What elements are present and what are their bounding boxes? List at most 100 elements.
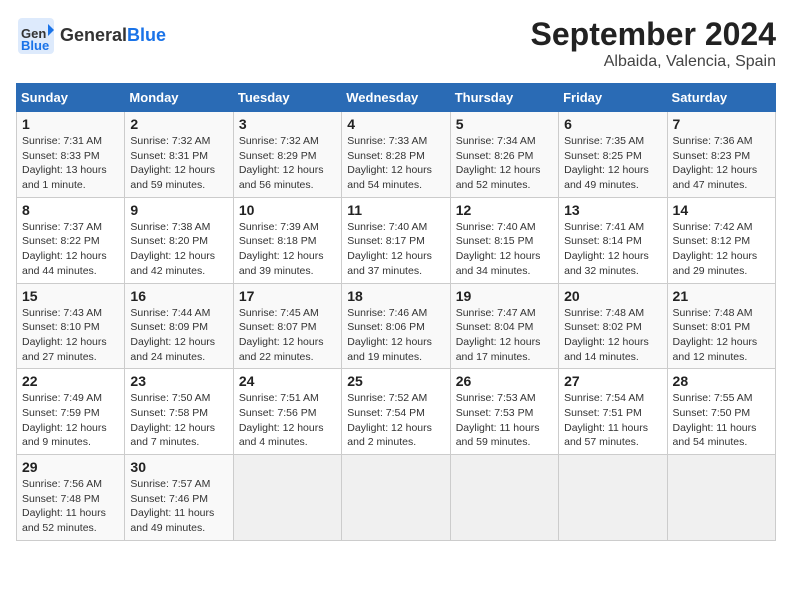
day-number: 1 [22, 116, 119, 132]
calendar-cell: 17 Sunrise: 7:45 AM Sunset: 8:07 PM Dayli… [233, 283, 341, 369]
calendar-cell: 8 Sunrise: 7:37 AM Sunset: 8:22 PM Daylig… [17, 197, 125, 283]
logo-general: General [60, 25, 127, 45]
day-info: Sunrise: 7:48 AM Sunset: 8:02 PM Dayligh… [564, 306, 661, 365]
day-number: 30 [130, 459, 227, 475]
calendar-cell [233, 455, 341, 541]
day-info: Sunrise: 7:49 AM Sunset: 7:59 PM Dayligh… [22, 391, 119, 450]
location-title: Albaida, Valencia, Spain [531, 53, 776, 71]
logo-icon: Gen Blue [16, 16, 56, 56]
day-number: 6 [564, 116, 661, 132]
day-info: Sunrise: 7:56 AM Sunset: 7:48 PM Dayligh… [22, 477, 119, 536]
day-number: 9 [130, 202, 227, 218]
day-of-week-thursday: Thursday [450, 84, 558, 112]
day-number: 17 [239, 288, 336, 304]
calendar-cell: 26 Sunrise: 7:53 AM Sunset: 7:53 PM Dayli… [450, 369, 558, 455]
day-info: Sunrise: 7:42 AM Sunset: 8:12 PM Dayligh… [673, 220, 770, 279]
day-number: 29 [22, 459, 119, 475]
day-info: Sunrise: 7:40 AM Sunset: 8:15 PM Dayligh… [456, 220, 553, 279]
day-info: Sunrise: 7:34 AM Sunset: 8:26 PM Dayligh… [456, 134, 553, 193]
day-number: 24 [239, 373, 336, 389]
day-of-week-wednesday: Wednesday [342, 84, 450, 112]
calendar-cell: 2 Sunrise: 7:32 AM Sunset: 8:31 PM Daylig… [125, 112, 233, 198]
calendar-cell: 1 Sunrise: 7:31 AM Sunset: 8:33 PM Daylig… [17, 112, 125, 198]
day-info: Sunrise: 7:43 AM Sunset: 8:10 PM Dayligh… [22, 306, 119, 365]
day-number: 2 [130, 116, 227, 132]
day-info: Sunrise: 7:48 AM Sunset: 8:01 PM Dayligh… [673, 306, 770, 365]
day-number: 22 [22, 373, 119, 389]
calendar-cell: 7 Sunrise: 7:36 AM Sunset: 8:23 PM Daylig… [667, 112, 775, 198]
calendar-header-row: SundayMondayTuesdayWednesdayThursdayFrid… [17, 84, 776, 112]
logo: Gen Blue General Blue [16, 16, 166, 56]
calendar-cell: 3 Sunrise: 7:32 AM Sunset: 8:29 PM Daylig… [233, 112, 341, 198]
header: Gen Blue General Blue September 2024 Alba… [16, 16, 776, 71]
calendar-cell: 29 Sunrise: 7:56 AM Sunset: 7:48 PM Dayli… [17, 455, 125, 541]
svg-text:Blue: Blue [21, 38, 49, 53]
calendar-cell: 28 Sunrise: 7:55 AM Sunset: 7:50 PM Dayli… [667, 369, 775, 455]
calendar-cell [559, 455, 667, 541]
calendar-cell [667, 455, 775, 541]
day-number: 11 [347, 202, 444, 218]
day-info: Sunrise: 7:45 AM Sunset: 8:07 PM Dayligh… [239, 306, 336, 365]
calendar-cell: 12 Sunrise: 7:40 AM Sunset: 8:15 PM Dayli… [450, 197, 558, 283]
day-info: Sunrise: 7:33 AM Sunset: 8:28 PM Dayligh… [347, 134, 444, 193]
day-info: Sunrise: 7:53 AM Sunset: 7:53 PM Dayligh… [456, 391, 553, 450]
calendar-cell: 19 Sunrise: 7:47 AM Sunset: 8:04 PM Dayli… [450, 283, 558, 369]
calendar-cell: 10Sunrise: 7:39 AM Sunset: 8:18 PM Dayli… [233, 197, 341, 283]
day-info: Sunrise: 7:32 AM Sunset: 8:31 PM Dayligh… [130, 134, 227, 193]
day-number: 14 [673, 202, 770, 218]
title-area: September 2024 Albaida, Valencia, Spain [531, 16, 776, 71]
day-number: 23 [130, 373, 227, 389]
day-info: Sunrise: 7:39 AM Sunset: 8:18 PM Dayligh… [239, 220, 336, 279]
day-number: 5 [456, 116, 553, 132]
day-info: Sunrise: 7:40 AM Sunset: 8:17 PM Dayligh… [347, 220, 444, 279]
calendar-cell: 6 Sunrise: 7:35 AM Sunset: 8:25 PM Daylig… [559, 112, 667, 198]
day-number: 28 [673, 373, 770, 389]
day-number: 16 [130, 288, 227, 304]
day-number: 25 [347, 373, 444, 389]
day-of-week-monday: Monday [125, 84, 233, 112]
day-of-week-sunday: Sunday [17, 84, 125, 112]
day-number: 8 [22, 202, 119, 218]
day-info: Sunrise: 7:31 AM Sunset: 8:33 PM Dayligh… [22, 134, 119, 193]
day-number: 7 [673, 116, 770, 132]
calendar-cell: 15Sunrise: 7:43 AM Sunset: 8:10 PM Dayli… [17, 283, 125, 369]
calendar-cell: 9Sunrise: 7:38 AM Sunset: 8:20 PM Daylig… [125, 197, 233, 283]
day-info: Sunrise: 7:55 AM Sunset: 7:50 PM Dayligh… [673, 391, 770, 450]
day-info: Sunrise: 7:36 AM Sunset: 8:23 PM Dayligh… [673, 134, 770, 193]
day-number: 3 [239, 116, 336, 132]
calendar-cell: 23Sunrise: 7:50 AM Sunset: 7:58 PM Dayli… [125, 369, 233, 455]
calendar-cell: 18 Sunrise: 7:46 AM Sunset: 8:06 PM Dayli… [342, 283, 450, 369]
month-title: September 2024 [531, 16, 776, 53]
calendar-cell: 25 Sunrise: 7:52 AM Sunset: 7:54 PM Dayli… [342, 369, 450, 455]
calendar-week-5: 29 Sunrise: 7:56 AM Sunset: 7:48 PM Dayli… [17, 455, 776, 541]
day-number: 27 [564, 373, 661, 389]
day-info: Sunrise: 7:32 AM Sunset: 8:29 PM Dayligh… [239, 134, 336, 193]
calendar: SundayMondayTuesdayWednesdayThursdayFrid… [16, 83, 776, 541]
day-info: Sunrise: 7:47 AM Sunset: 8:04 PM Dayligh… [456, 306, 553, 365]
calendar-cell: 20Sunrise: 7:48 AM Sunset: 8:02 PM Dayli… [559, 283, 667, 369]
day-info: Sunrise: 7:51 AM Sunset: 7:56 PM Dayligh… [239, 391, 336, 450]
day-info: Sunrise: 7:37 AM Sunset: 8:22 PM Dayligh… [22, 220, 119, 279]
day-number: 12 [456, 202, 553, 218]
day-number: 26 [456, 373, 553, 389]
calendar-cell [450, 455, 558, 541]
day-info: Sunrise: 7:54 AM Sunset: 7:51 PM Dayligh… [564, 391, 661, 450]
day-of-week-tuesday: Tuesday [233, 84, 341, 112]
calendar-cell: 24 Sunrise: 7:51 AM Sunset: 7:56 PM Dayli… [233, 369, 341, 455]
calendar-week-3: 15Sunrise: 7:43 AM Sunset: 8:10 PM Dayli… [17, 283, 776, 369]
day-number: 18 [347, 288, 444, 304]
calendar-cell: 22 Sunrise: 7:49 AM Sunset: 7:59 PM Dayli… [17, 369, 125, 455]
day-info: Sunrise: 7:46 AM Sunset: 8:06 PM Dayligh… [347, 306, 444, 365]
day-number: 19 [456, 288, 553, 304]
calendar-cell: 21Sunrise: 7:48 AM Sunset: 8:01 PM Dayli… [667, 283, 775, 369]
day-number: 13 [564, 202, 661, 218]
day-of-week-friday: Friday [559, 84, 667, 112]
calendar-cell: 27 Sunrise: 7:54 AM Sunset: 7:51 PM Dayli… [559, 369, 667, 455]
day-info: Sunrise: 7:52 AM Sunset: 7:54 PM Dayligh… [347, 391, 444, 450]
day-of-week-saturday: Saturday [667, 84, 775, 112]
day-info: Sunrise: 7:41 AM Sunset: 8:14 PM Dayligh… [564, 220, 661, 279]
day-info: Sunrise: 7:44 AM Sunset: 8:09 PM Dayligh… [130, 306, 227, 365]
day-info: Sunrise: 7:35 AM Sunset: 8:25 PM Dayligh… [564, 134, 661, 193]
calendar-cell: 16 Sunrise: 7:44 AM Sunset: 8:09 PM Dayli… [125, 283, 233, 369]
calendar-week-4: 22 Sunrise: 7:49 AM Sunset: 7:59 PM Dayli… [17, 369, 776, 455]
